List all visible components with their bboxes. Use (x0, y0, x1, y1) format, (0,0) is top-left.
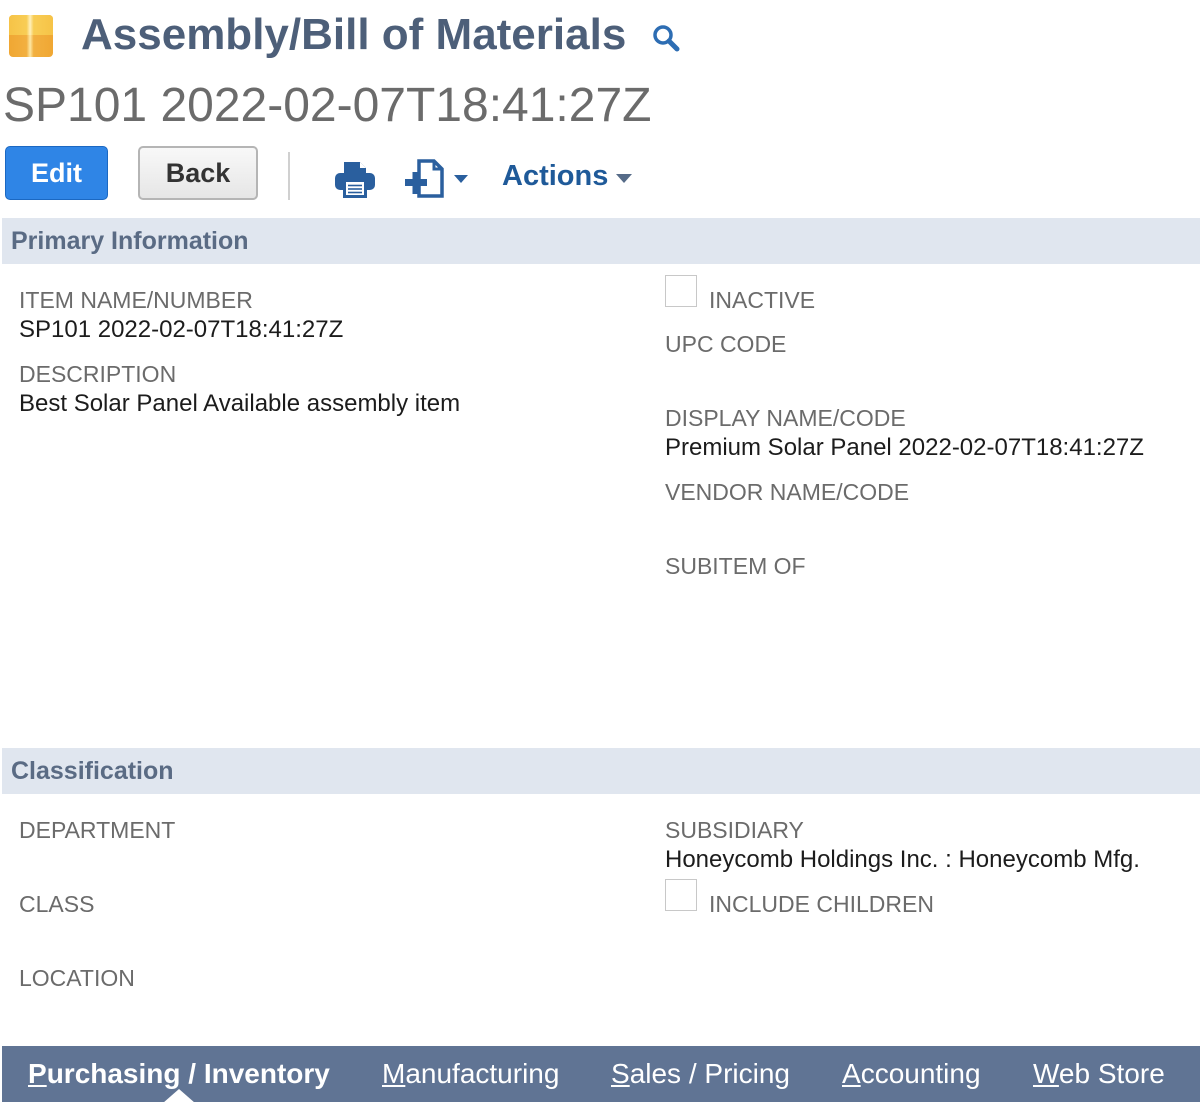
department-label: DEPARTMENT (19, 817, 176, 843)
package-icon (9, 15, 53, 57)
display-name-label: DISPLAY NAME/CODE (665, 405, 906, 431)
inactive-checkbox[interactable] (665, 275, 697, 307)
item-name-label: ITEM NAME/NUMBER (19, 287, 253, 313)
upc-code-label: UPC CODE (665, 331, 787, 357)
new-document-icon[interactable] (403, 158, 473, 200)
primary-information-title: Primary Information (11, 227, 249, 255)
tab-accounting[interactable]: Accounting (842, 1058, 981, 1090)
include-children-checkbox[interactable] (665, 879, 697, 911)
active-tab-indicator (163, 1089, 195, 1103)
include-children-label: INCLUDE CHILDREN (709, 891, 934, 917)
tab-web-store[interactable]: Web Store (1033, 1058, 1165, 1090)
record-title: SP101 2022-02-07T18:41:27Z (3, 79, 652, 132)
back-button[interactable]: Back (138, 146, 258, 200)
record-type-title: Assembly/Bill of Materials (81, 10, 627, 59)
inactive-label: INACTIVE (709, 287, 816, 313)
actions-label: Actions (502, 160, 609, 192)
edit-button[interactable]: Edit (5, 146, 108, 200)
actions-menu[interactable]: Actions (502, 160, 633, 193)
subitem-of-label: SUBITEM OF (665, 553, 806, 579)
print-icon[interactable] (333, 160, 377, 200)
toolbar-divider (288, 152, 290, 200)
vendor-name-label: VENDOR NAME/CODE (665, 479, 910, 505)
subsidiary-value: Honeycomb Holdings Inc. : Honeycomb Mfg. (665, 846, 1140, 873)
description-label: DESCRIPTION (19, 361, 177, 387)
class-label: CLASS (19, 891, 95, 917)
tab-sales-pricing[interactable]: Sales / Pricing (611, 1058, 790, 1090)
classification-header[interactable] (2, 748, 1200, 794)
description-value: Best Solar Panel Available assembly item (19, 390, 461, 417)
chevron-down-icon (616, 173, 633, 183)
search-icon[interactable] (650, 22, 682, 54)
classification-title: Classification (11, 757, 174, 785)
location-label: LOCATION (19, 965, 135, 991)
display-name-value: Premium Solar Panel 2022-02-07T18:41:27Z (665, 434, 1144, 461)
tab-purchasing-inventory[interactable]: Purchasing / Inventory (28, 1058, 330, 1090)
tab-manufacturing[interactable]: Manufacturing (382, 1058, 559, 1090)
subsidiary-label: SUBSIDIARY (665, 817, 804, 843)
item-name-value: SP101 2022-02-07T18:41:27Z (19, 316, 344, 343)
